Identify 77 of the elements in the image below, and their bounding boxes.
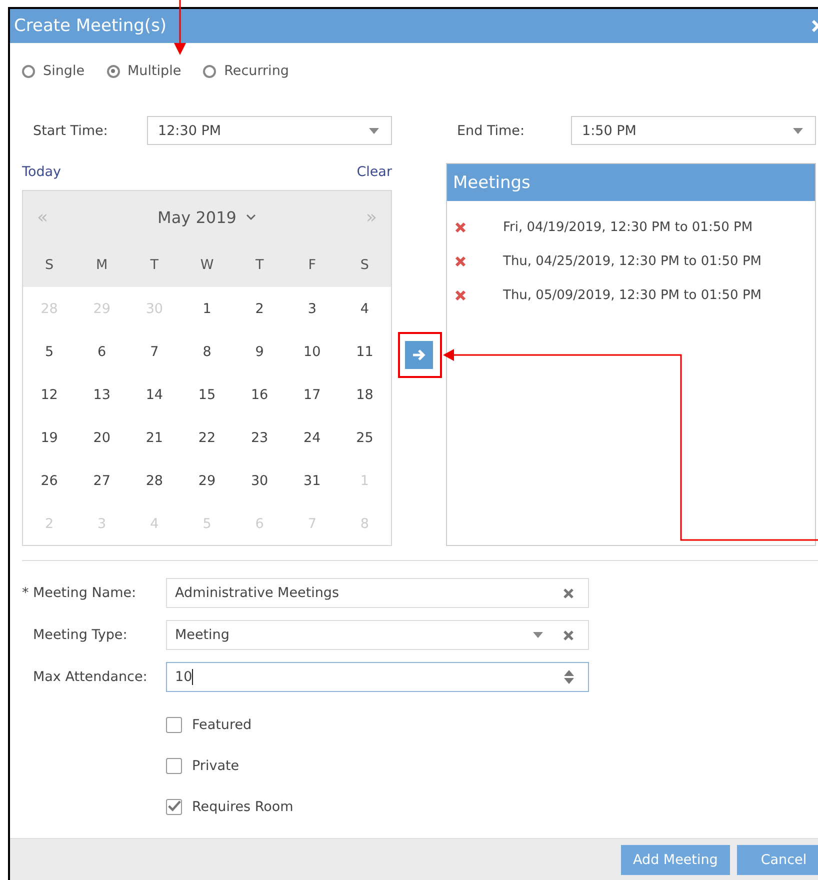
meeting-entry: Fri, 04/19/2019, 12:30 PM to 01:50 PM bbox=[503, 220, 753, 234]
end-time-select[interactable]: 1:50 PM bbox=[571, 116, 816, 145]
start-time-select[interactable]: 12:30 PM bbox=[147, 116, 392, 145]
input-field[interactable]: 10 bbox=[166, 662, 589, 692]
caret-icon bbox=[793, 128, 803, 134]
meeting-type-select[interactable]: Meeting bbox=[166, 620, 589, 650]
weekday-label: M bbox=[95, 257, 109, 273]
weekday-label: S bbox=[359, 257, 370, 273]
calendar-day[interactable]: 17 bbox=[304, 386, 321, 402]
meeting-entry: Thu, 04/25/2019, 12:30 PM to 01:50 PM bbox=[503, 254, 762, 268]
calendar-day[interactable]: 4 bbox=[360, 300, 369, 316]
calendar-day[interactable]: 16 bbox=[250, 386, 268, 402]
calendar-day[interactable]: 23 bbox=[250, 430, 268, 446]
calendar-day[interactable]: 3 bbox=[308, 300, 316, 316]
start-time-label: Start Time: bbox=[32, 122, 109, 138]
caret-icon bbox=[533, 632, 543, 638]
chevron-icon bbox=[246, 214, 256, 220]
clear-link[interactable]: Clear bbox=[356, 164, 392, 183]
field-label: Meeting Name: bbox=[33, 585, 136, 601]
weekday-label: W bbox=[199, 257, 215, 273]
calendar-day[interactable]: 25 bbox=[356, 430, 374, 446]
calendar-day[interactable]: 8 bbox=[202, 344, 212, 360]
option-checkbox[interactable]: Featured bbox=[166, 716, 252, 732]
required-mark: * bbox=[22, 585, 30, 601]
clear-icon[interactable] bbox=[563, 588, 574, 598]
calendar-day[interactable]: 5 bbox=[44, 344, 54, 360]
calendar-day[interactable]: 13 bbox=[93, 386, 110, 402]
delete-icon[interactable] bbox=[455, 256, 466, 266]
calendar-day[interactable]: 14 bbox=[146, 386, 164, 402]
field-label: Max Attendance: bbox=[32, 669, 148, 685]
calendar-day[interactable]: 31 bbox=[304, 472, 321, 488]
calendar-day[interactable]: 26 bbox=[40, 472, 58, 488]
calendar-day[interactable]: 12 bbox=[40, 386, 58, 402]
clear-icon[interactable] bbox=[563, 630, 574, 640]
weekday-label: S bbox=[44, 257, 55, 273]
input-field[interactable]: Administrative Meetings bbox=[166, 578, 589, 608]
caret-icon bbox=[369, 128, 379, 134]
calendar-day[interactable]: 11 bbox=[356, 344, 374, 360]
field-label: Meeting Type: bbox=[32, 627, 128, 643]
calendar-day[interactable]: 27 bbox=[93, 472, 110, 488]
calendar-day[interactable]: 20 bbox=[93, 430, 110, 446]
mode-radio[interactable]: Multiple bbox=[106, 63, 182, 79]
calendar-day[interactable]: 10 bbox=[304, 344, 321, 360]
calendar-day[interactable]: 6 bbox=[98, 344, 106, 360]
calendar-day[interactable]: 1 bbox=[202, 300, 212, 316]
delete-icon[interactable] bbox=[455, 290, 466, 300]
mode-radio[interactable]: Recurring bbox=[203, 63, 289, 79]
arrow-icon bbox=[412, 348, 426, 362]
today-link[interactable]: Today bbox=[22, 164, 62, 183]
calendar-day[interactable]: 30 bbox=[250, 472, 268, 488]
month-picker[interactable]: May 2019 bbox=[158, 208, 256, 226]
annotation-arrow bbox=[174, 0, 186, 56]
highlight-box bbox=[398, 332, 442, 378]
calendar-day[interactable]: 28 bbox=[146, 472, 164, 488]
meetings-header: Meetings bbox=[447, 164, 815, 201]
meeting-entry: Thu, 05/09/2019, 12:30 PM to 01:50 PM bbox=[503, 288, 762, 302]
weekday-label: T bbox=[254, 257, 265, 273]
option-checkbox[interactable]: Requires Room bbox=[166, 798, 294, 814]
window-title: Create Meeting(s) bbox=[14, 16, 167, 36]
calendar-day[interactable]: 2 bbox=[255, 300, 264, 316]
calendar-day[interactable]: 15 bbox=[198, 386, 216, 402]
calendar-day[interactable]: 24 bbox=[304, 430, 321, 446]
mode-radio[interactable]: Single bbox=[22, 63, 85, 79]
add-dates-button[interactable] bbox=[405, 341, 433, 369]
calendar-day[interactable]: 29 bbox=[198, 472, 216, 488]
calendar-day[interactable]: 9 bbox=[255, 344, 264, 360]
option-checkbox[interactable]: Private bbox=[166, 758, 240, 774]
end-time-label: End Time: bbox=[456, 122, 526, 138]
calendar-day[interactable]: 22 bbox=[198, 430, 216, 446]
calendar-day[interactable]: 19 bbox=[40, 430, 58, 446]
calendar-day[interactable]: 18 bbox=[356, 386, 374, 402]
calendar-day[interactable]: 7 bbox=[150, 344, 159, 360]
calendar-day[interactable]: 21 bbox=[146, 430, 164, 446]
weekday-label: F bbox=[307, 257, 318, 273]
spinner-icon[interactable] bbox=[564, 670, 574, 684]
weekday-label: T bbox=[149, 257, 160, 273]
delete-icon[interactable] bbox=[455, 222, 466, 232]
